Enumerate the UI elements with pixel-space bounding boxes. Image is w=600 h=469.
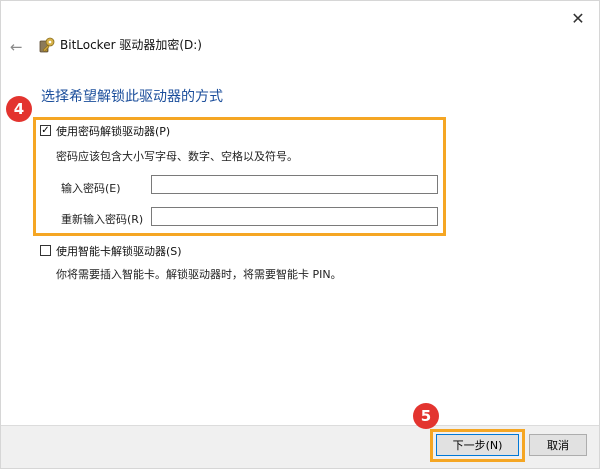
reenter-password-input[interactable]: [151, 207, 438, 226]
smartcard-description: 你将需要插入智能卡。解锁驱动器时，将需要智能卡 PIN。: [56, 268, 342, 281]
enter-password-input[interactable]: [151, 175, 438, 194]
enter-password-label: 输入密码(E): [61, 182, 121, 195]
cancel-button[interactable]: 取消: [529, 434, 587, 456]
back-button[interactable]: ←: [10, 38, 23, 56]
close-button[interactable]: ✕: [564, 6, 592, 30]
back-arrow-icon: ←: [10, 38, 23, 56]
checkmark-icon: ✓: [41, 125, 50, 136]
password-description: 密码应该包含大小写字母、数字、空格以及符号。: [56, 150, 298, 163]
password-checkbox[interactable]: ✓: [40, 125, 51, 136]
step-4-badge: 4: [6, 96, 32, 122]
step-5-badge: 5: [413, 403, 439, 429]
window-title: BitLocker 驱动器加密(D:): [60, 38, 202, 52]
reenter-password-label: 重新输入密码(R): [61, 213, 144, 226]
close-icon: ✕: [571, 8, 585, 28]
password-option-label[interactable]: 使用密码解锁驱动器(P): [56, 123, 170, 139]
page-heading: 选择希望解锁此驱动器的方式: [41, 89, 223, 105]
smartcard-checkbox[interactable]: [40, 245, 51, 256]
smartcard-option-label[interactable]: 使用智能卡解锁驱动器(S): [56, 243, 182, 259]
bitlocker-key-icon: [39, 37, 55, 53]
next-button[interactable]: 下一步(N): [436, 434, 519, 456]
